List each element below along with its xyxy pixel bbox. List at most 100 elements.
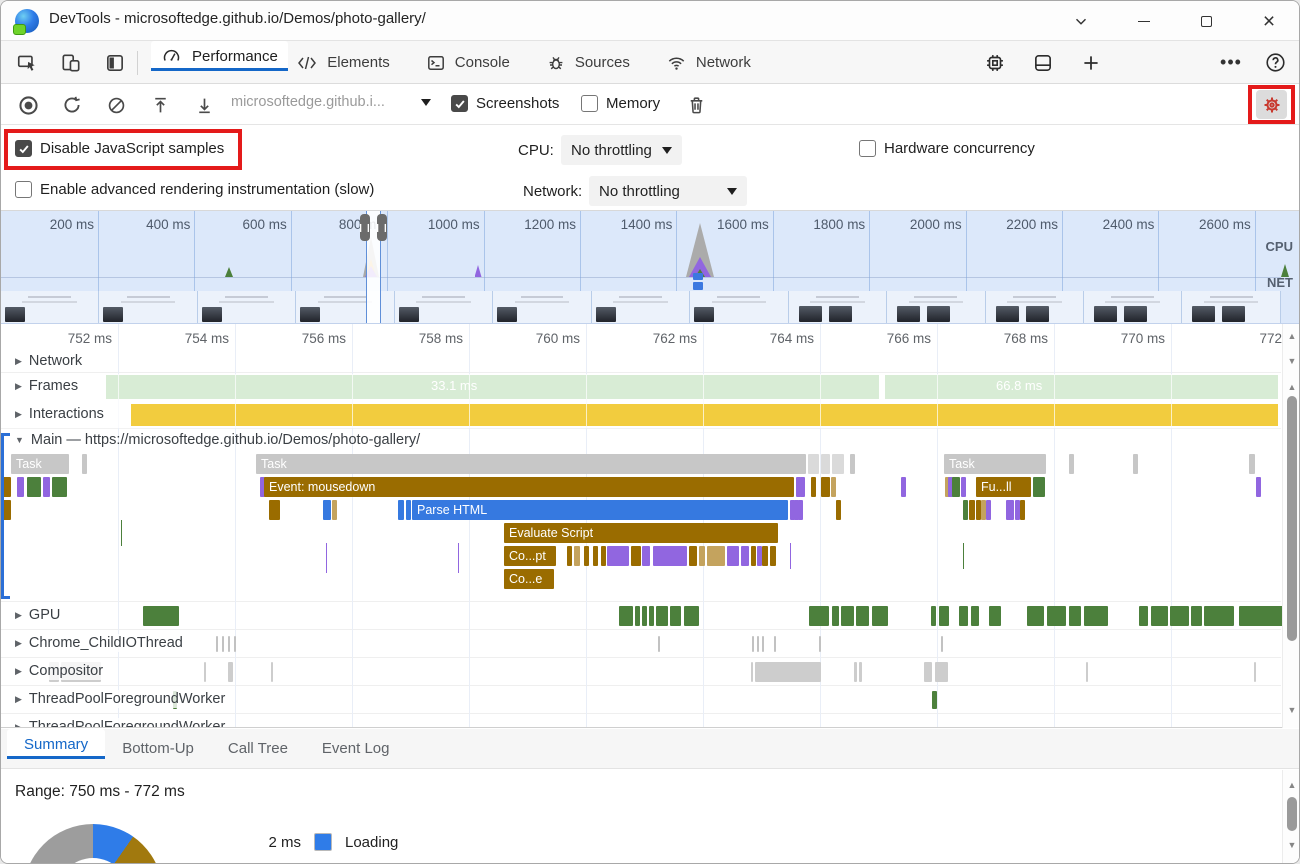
summary-scrollbar[interactable]: ▲ ▼ [1282,770,1300,864]
filmstrip-frame[interactable] [493,291,591,324]
dock-side-icon[interactable] [95,41,135,84]
memory-chip-icon[interactable] [973,41,1017,84]
flame-bar[interactable] [1069,454,1074,474]
advanced-rendering-checkbox[interactable]: Enable advanced rendering instrumentatio… [15,181,374,198]
flame-bar[interactable] [27,477,41,497]
flame-bar[interactable] [699,546,705,566]
flame-bar[interactable] [82,454,87,474]
filmstrip-frame[interactable] [1,291,99,324]
flame-bar[interactable] [398,500,404,520]
flame-bar[interactable] [689,546,697,566]
flame-bar[interactable] [961,477,966,497]
tab-network[interactable]: Network [648,41,769,84]
filmstrip-frame[interactable] [986,291,1084,324]
minimize-button[interactable] [1122,1,1166,41]
thread-activity-bar[interactable] [762,636,764,652]
reload-record-icon[interactable] [57,91,87,119]
flame-bar[interactable] [653,546,687,566]
clear-icon[interactable] [101,91,131,119]
thread-activity-bar[interactable] [670,606,681,626]
filmstrip-frame[interactable] [887,291,985,324]
detail-scrollbar[interactable]: ▲ ▼ ▲ ▼ [1282,324,1300,728]
thread-activity-bar[interactable] [204,662,206,682]
thread-activity-bar[interactable] [216,636,218,652]
close-button[interactable]: × [1247,1,1291,41]
scrollbar-thumb[interactable] [1287,797,1297,831]
flame-bar[interactable] [269,500,280,520]
flame-bar[interactable]: Task [944,454,1046,474]
thread-activity-bar[interactable] [941,636,943,652]
thread-activity-bar[interactable] [924,662,932,682]
disclosure-triangle-icon[interactable]: ▶ [15,694,22,705]
disclosure-triangle-icon[interactable]: ▶ [15,722,22,729]
flame-bar[interactable] [850,454,855,474]
thread-activity-bar[interactable] [143,606,179,626]
thread-activity-bar[interactable] [872,606,888,626]
thread-activity-bar[interactable] [832,606,839,626]
thread-activity-bar[interactable] [935,662,948,682]
filmstrip-frame[interactable] [690,291,788,324]
page-selector[interactable]: microsoftedge.github.i... [231,94,431,110]
thread-activity-bar[interactable] [1151,606,1168,626]
scrollbar-thumb[interactable] [1287,396,1297,641]
flame-bar[interactable] [584,546,589,566]
filmstrip-frame[interactable] [592,291,690,324]
flame-bar[interactable] [642,546,650,566]
thread-activity-bar[interactable] [1254,662,1256,682]
flame-bar[interactable] [741,546,749,566]
thread-activity-bar[interactable] [989,606,1001,626]
flame-bar[interactable] [808,454,819,474]
flame-bar[interactable] [3,500,11,520]
flame-bar[interactable]: Task [256,454,806,474]
thread-activity-bar[interactable] [856,606,869,626]
flame-bar[interactable] [800,477,805,497]
activity-bar-icon[interactable] [1021,41,1065,84]
thread-activity-bar[interactable] [635,606,640,626]
flame-bar[interactable] [821,477,830,497]
device-emulation-icon[interactable] [51,41,91,84]
disclosure-triangle-icon[interactable]: ▶ [15,356,22,367]
track-thread[interactable]: ▶ThreadPoolForegroundWorker [1,713,1281,728]
filmstrip-frame[interactable] [1084,291,1182,324]
thread-activity-bar[interactable] [1086,662,1088,682]
trash-icon[interactable] [681,91,711,119]
flame-bar[interactable] [969,500,975,520]
disclosure-triangle-icon[interactable]: ▶ [15,381,22,392]
thread-activity-bar[interactable] [1047,606,1066,626]
flame-bar[interactable] [1033,477,1045,497]
disclosure-triangle-icon[interactable]: ▶ [15,409,22,420]
thread-activity-bar[interactable] [752,636,754,652]
filmstrip-frame[interactable] [1182,291,1280,324]
thread-activity-bar[interactable] [931,606,936,626]
track-interactions[interactable]: ▶Interactions [1,401,1281,429]
flame-bar[interactable] [832,454,844,474]
flame-bar[interactable] [567,546,572,566]
thread-activity-bar[interactable] [819,636,821,652]
flame-bar[interactable] [751,546,756,566]
network-throttling-select[interactable]: No throttling [589,176,747,206]
add-panel-icon[interactable] [1069,41,1113,84]
flame-bar[interactable]: Event: mousedown [264,477,794,497]
thread-activity-bar[interactable] [1139,606,1148,626]
save-profile-icon[interactable] [189,91,219,119]
flame-bar[interactable]: Fu...ll [976,477,1031,497]
flame-bar[interactable] [332,500,337,520]
flame-bar[interactable] [1006,500,1014,520]
scroll-down-icon[interactable]: ▼ [1286,356,1298,366]
flame-bar[interactable]: Co...pt [504,546,556,566]
flame-bar[interactable] [1020,500,1025,520]
thread-activity-bar[interactable] [755,662,821,682]
flame-bar[interactable] [1249,454,1255,474]
disclosure-triangle-icon[interactable]: ▶ [15,666,22,677]
timeline-overview[interactable]: CPU NET 200 ms400 ms600 ms800 ms1000 ms1… [1,211,1300,324]
thread-activity-bar[interactable] [228,662,233,682]
thread-activity-bar[interactable] [658,636,660,652]
screenshots-checkbox[interactable]: Screenshots [451,95,559,112]
thread-activity-bar[interactable] [656,606,668,626]
thread-activity-bar[interactable] [684,606,699,626]
disable-js-samples-checkbox[interactable]: Disable JavaScript samples [15,140,224,157]
thread-activity-bar[interactable] [1191,606,1202,626]
thread-activity-bar[interactable] [222,636,224,652]
flame-bar[interactable]: Parse HTML [412,500,788,520]
inspect-element-icon[interactable] [7,41,47,84]
